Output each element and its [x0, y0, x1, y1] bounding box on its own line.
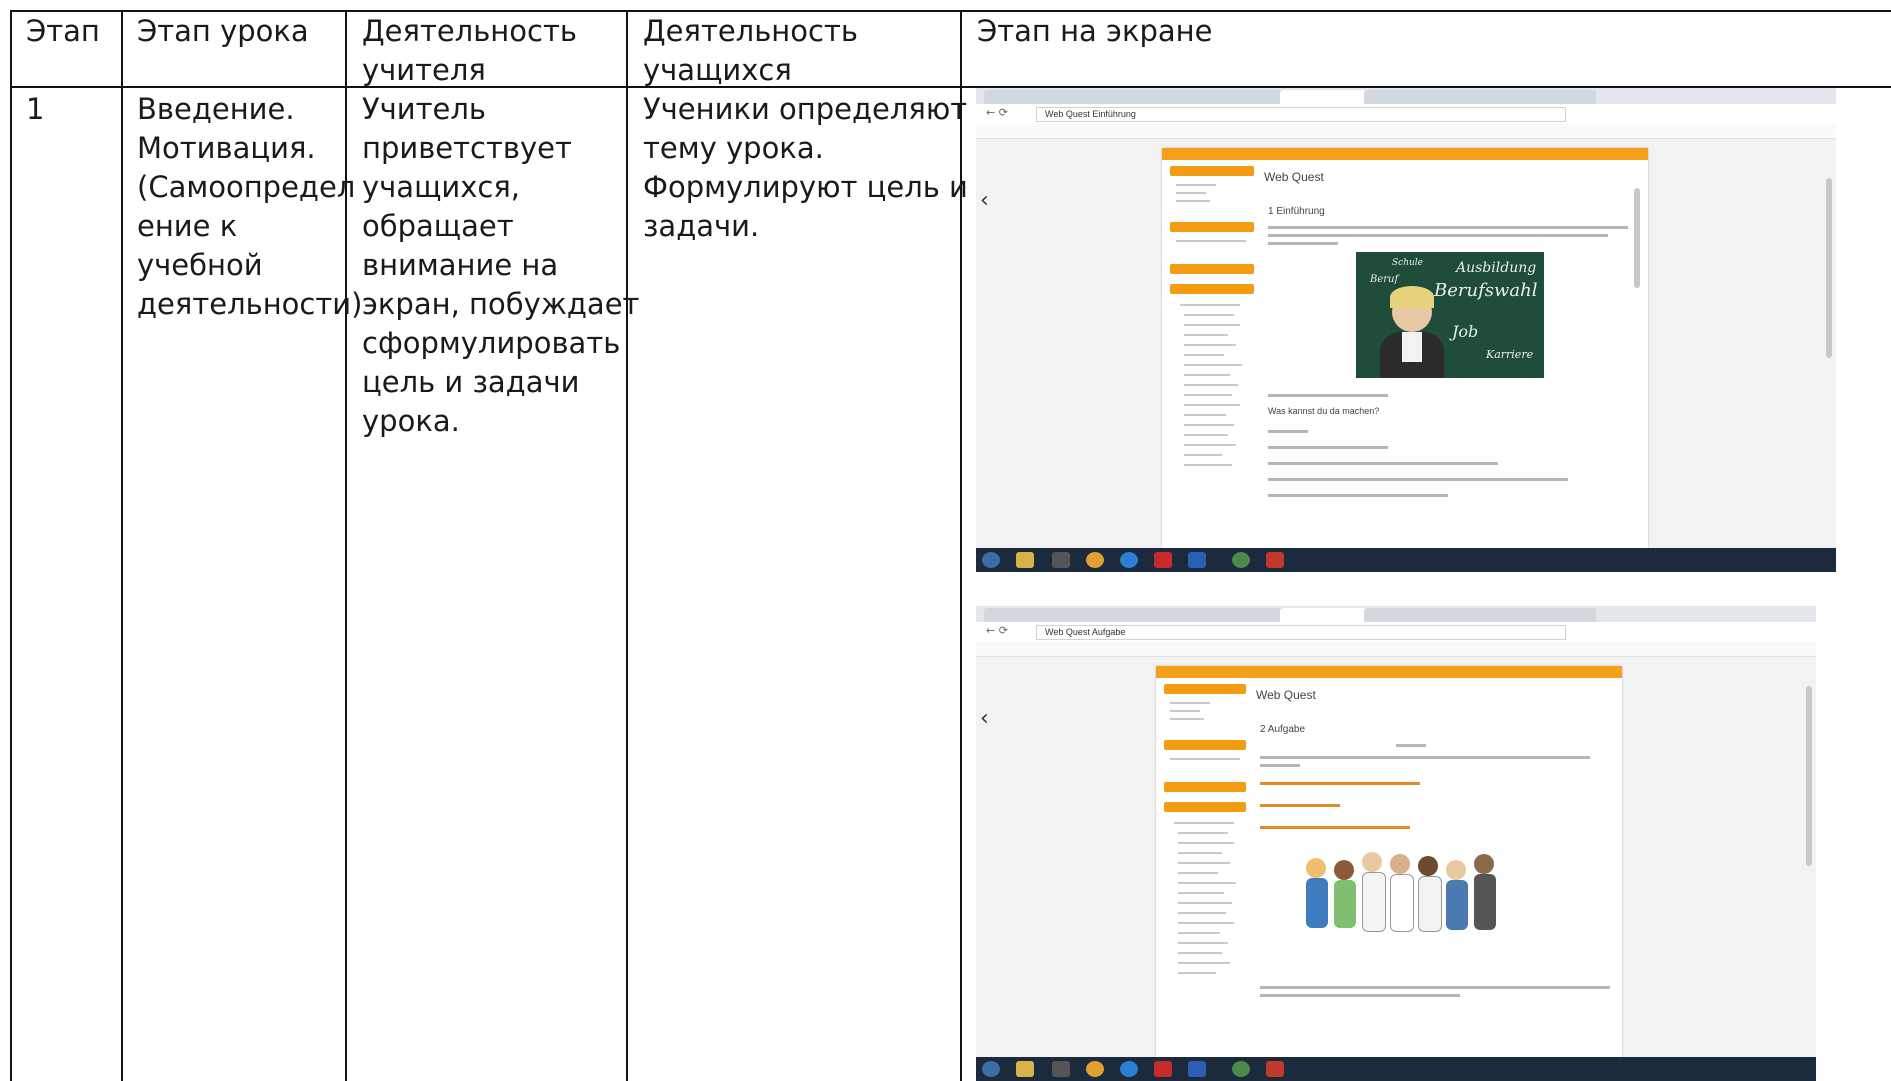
back-arrow-icon: ‹ — [980, 188, 989, 213]
screenshot-web-quest-task: ← ⟳ Web Quest Aufgabe ‹ Web Quest 2 Aufg… — [976, 606, 1816, 1081]
active-tab — [1280, 608, 1374, 622]
cell-student-activity: Ученики определяют тему урока. Формулиру… — [643, 92, 968, 243]
page-title: Web Quest — [1256, 688, 1316, 702]
column-divider-1 — [121, 10, 123, 1081]
bookmarks-bar — [976, 642, 1816, 657]
browser-tab-bar — [976, 88, 1836, 104]
window-scrollbar — [1826, 178, 1832, 358]
section-title: 1 Einführung — [1268, 206, 1325, 217]
table-left-border — [10, 10, 12, 1081]
cell-stage-number: 1 — [26, 92, 45, 126]
active-tab — [1280, 90, 1374, 104]
browser-tab-bar — [976, 606, 1816, 622]
windows-taskbar — [976, 548, 1836, 572]
berufswahl-image: Schule Ausbildung Beruf Berufswahl Job K… — [1356, 252, 1544, 378]
cell-lesson-stage: Введение. Мотивация. (Самоопредел ение к… — [137, 92, 363, 321]
window-scrollbar — [1806, 686, 1812, 866]
header-lesson-stage: Этап урока — [137, 14, 309, 48]
address-url: Web Quest Einführung — [1036, 107, 1566, 122]
professions-illustration — [1306, 848, 1506, 958]
windows-taskbar — [976, 1057, 1816, 1081]
web-quest-page: Web Quest 1 Einführung Schule Ausbildung… — [1162, 148, 1648, 548]
web-quest-page: Web Quest 2 Aufgabe — [1156, 666, 1622, 1066]
back-arrow-icon: ‹ — [980, 706, 989, 731]
address-url: Web Quest Aufgabe — [1036, 625, 1566, 640]
bookmarks-bar — [976, 124, 1836, 139]
address-bar: ← ⟳ Web Quest Aufgabe — [976, 622, 1816, 643]
header-student-activity: Деятельность учащихся — [643, 14, 858, 87]
cell-teacher-activity: Учитель приветствует учащихся, обращает … — [362, 92, 640, 438]
screenshot-web-quest-intro: ← ⟳ Web Quest Einführung ‹ Web Quest 1 E… — [976, 88, 1836, 572]
header-stage: Этап — [26, 14, 100, 48]
address-bar: ← ⟳ Web Quest Einführung — [976, 104, 1836, 125]
page-title: Web Quest — [1264, 170, 1324, 184]
header-screen-stage: Этап на экране — [977, 14, 1213, 48]
section-title: 2 Aufgabe — [1260, 724, 1306, 735]
header-teacher-activity: Деятельность учителя — [362, 14, 577, 87]
question-text: Was kannst du da machen? — [1268, 406, 1380, 416]
